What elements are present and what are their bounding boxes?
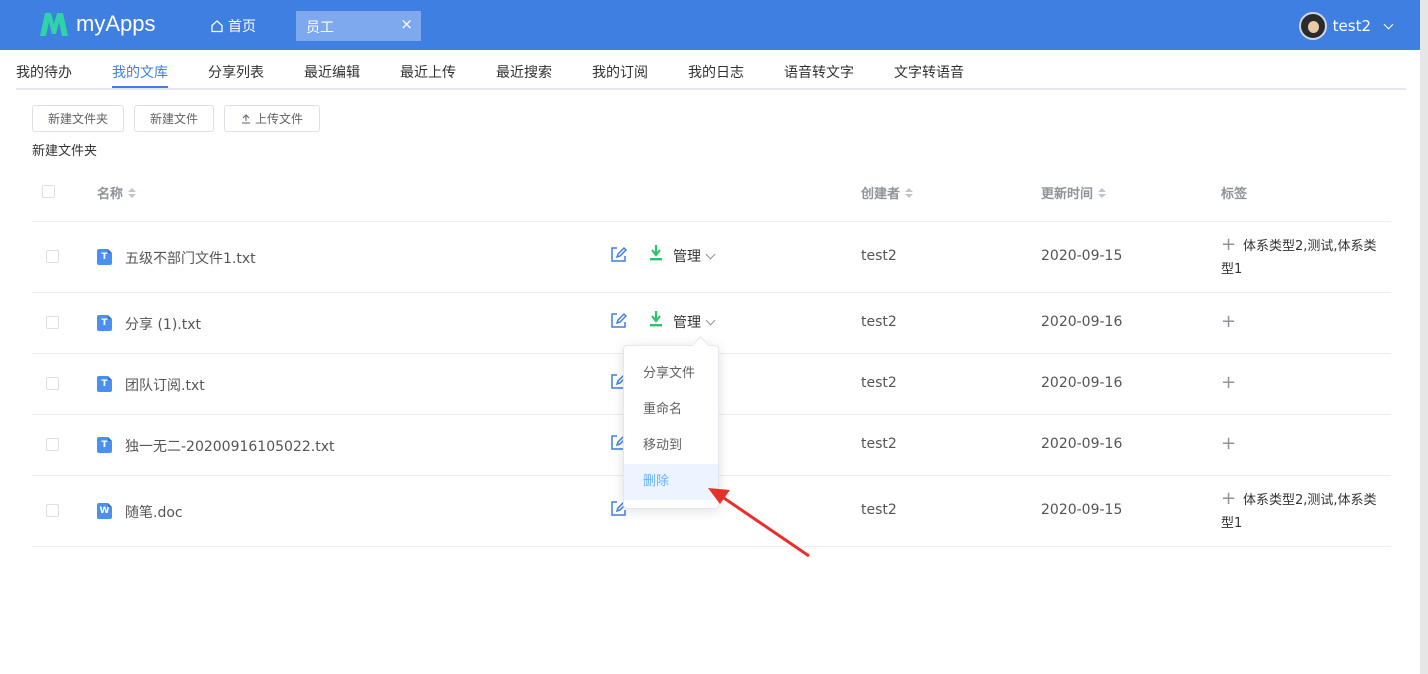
annotation-arrow-icon bbox=[708, 488, 810, 558]
chevron-down-icon bbox=[705, 249, 716, 259]
tags-cell: 体系类型2,测试,体系类型1 bbox=[1221, 239, 1377, 277]
column-header-creator[interactable]: 创建者 bbox=[861, 183, 914, 202]
nav-item-my-library[interactable]: 我的文库 bbox=[112, 62, 168, 82]
creator-cell: test2 bbox=[861, 375, 897, 391]
home-icon bbox=[211, 20, 223, 33]
row-checkbox[interactable] bbox=[46, 504, 59, 517]
creator-cell: test2 bbox=[861, 248, 897, 264]
menu-item-rename[interactable]: 重命名 bbox=[624, 392, 718, 428]
new-folder-button[interactable]: 新建文件夹 bbox=[32, 105, 124, 132]
column-tags-label: 标签 bbox=[1221, 187, 1248, 202]
app-name: myApps bbox=[76, 11, 156, 36]
column-updated-label: 更新时间 bbox=[1041, 187, 1094, 202]
column-name-label: 名称 bbox=[97, 187, 124, 202]
tab-close-icon[interactable]: × bbox=[400, 15, 413, 33]
nav-item-my-subscriptions[interactable]: 我的订阅 bbox=[592, 62, 648, 82]
upload-file-button[interactable]: 上传文件 bbox=[224, 105, 320, 132]
add-tag-icon[interactable]: + bbox=[1221, 435, 1236, 453]
nav-item-recent-edit[interactable]: 最近编辑 bbox=[304, 62, 360, 82]
nav-item-text-to-speech[interactable]: 文字转语音 bbox=[894, 62, 964, 82]
nav-item-recent-upload[interactable]: 最近上传 bbox=[400, 62, 456, 82]
top-bar: myApps 首页 员工 × test2 bbox=[0, 0, 1420, 50]
tab-employee[interactable]: 员工 × bbox=[296, 11, 421, 41]
nav-item-speech-to-text[interactable]: 语音转文字 bbox=[784, 62, 854, 82]
creator-cell: test2 bbox=[861, 436, 897, 452]
active-tab-indicator bbox=[112, 86, 168, 88]
avatar bbox=[1298, 12, 1327, 40]
logo-icon bbox=[40, 13, 68, 36]
updated-cell: 2020-09-15 bbox=[1041, 502, 1123, 518]
add-tag-icon[interactable]: + bbox=[1221, 313, 1236, 331]
nav-item-recent-search[interactable]: 最近搜索 bbox=[496, 62, 552, 82]
updated-cell: 2020-09-16 bbox=[1041, 375, 1123, 391]
column-creator-label: 创建者 bbox=[861, 187, 901, 202]
updated-cell: 2020-09-16 bbox=[1041, 436, 1123, 452]
creator-cell: test2 bbox=[861, 314, 897, 330]
select-all-checkbox[interactable] bbox=[42, 185, 55, 198]
row-checkbox[interactable] bbox=[46, 377, 59, 390]
chevron-down-icon bbox=[705, 315, 716, 325]
file-name[interactable]: 独一无二-20200916105022.txt bbox=[125, 436, 334, 456]
file-name[interactable]: 随笔.doc bbox=[125, 502, 183, 522]
download-icon[interactable] bbox=[649, 245, 663, 261]
tags-cell: 体系类型2,测试,体系类型1 bbox=[1221, 493, 1377, 531]
txt-file-icon: T bbox=[97, 249, 112, 265]
sort-icon[interactable] bbox=[128, 187, 137, 198]
file-name[interactable]: 团队订阅.txt bbox=[125, 375, 205, 395]
new-file-label: 新建文件 bbox=[149, 112, 198, 126]
upload-label: 上传文件 bbox=[254, 112, 303, 126]
row-checkbox[interactable] bbox=[46, 316, 59, 329]
row-checkbox[interactable] bbox=[46, 250, 59, 263]
edit-icon[interactable] bbox=[610, 312, 627, 329]
scrollbar[interactable] bbox=[1420, 0, 1428, 674]
file-name[interactable]: 分享 (1).txt bbox=[125, 314, 201, 334]
sort-icon[interactable] bbox=[1098, 187, 1107, 198]
home-link[interactable]: 首页 bbox=[210, 16, 256, 36]
new-folder-label: 新建文件夹 bbox=[47, 112, 108, 126]
updated-cell: 2020-09-15 bbox=[1041, 248, 1123, 264]
username: test2 bbox=[1332, 17, 1371, 35]
new-file-button[interactable]: 新建文件 bbox=[134, 105, 214, 132]
column-header-tags: 标签 bbox=[1221, 183, 1247, 202]
row-divider bbox=[32, 221, 1391, 222]
doc-file-icon: W bbox=[97, 503, 112, 519]
section-nav: 我的待办 我的文库 分享列表 最近编辑 最近上传 最近搜索 我的订阅 我的日志 … bbox=[16, 50, 1406, 90]
chevron-down-icon bbox=[1383, 19, 1394, 29]
download-icon[interactable] bbox=[649, 311, 663, 327]
nav-item-todo[interactable]: 我的待办 bbox=[16, 62, 72, 82]
tab-label: 员工 bbox=[306, 20, 334, 36]
file-name[interactable]: 五级不部门文件1.txt bbox=[125, 248, 256, 268]
row-checkbox[interactable] bbox=[46, 438, 59, 451]
edit-icon[interactable] bbox=[610, 246, 627, 263]
manage-dropdown[interactable]: 管理 bbox=[673, 312, 716, 332]
breadcrumb[interactable]: 新建文件夹 bbox=[32, 140, 97, 159]
add-tag-icon[interactable]: + bbox=[1221, 374, 1236, 392]
manage-label: 管理 bbox=[673, 315, 701, 331]
manage-dropdown[interactable]: 管理 bbox=[673, 246, 716, 266]
txt-file-icon: T bbox=[97, 315, 112, 331]
manage-label: 管理 bbox=[673, 249, 701, 265]
row-divider bbox=[32, 292, 1391, 293]
sort-icon[interactable] bbox=[905, 187, 914, 198]
menu-item-share-file[interactable]: 分享文件 bbox=[624, 356, 718, 392]
updated-cell: 2020-09-16 bbox=[1041, 314, 1123, 330]
column-header-updated[interactable]: 更新时间 bbox=[1041, 183, 1107, 202]
app-logo[interactable]: myApps bbox=[38, 10, 155, 38]
txt-file-icon: T bbox=[97, 376, 112, 392]
home-label: 首页 bbox=[228, 19, 256, 35]
column-header-name[interactable]: 名称 bbox=[97, 183, 137, 202]
nav-item-share-list[interactable]: 分享列表 bbox=[208, 62, 264, 82]
menu-item-move-to[interactable]: 移动到 bbox=[624, 428, 718, 464]
nav-item-my-log[interactable]: 我的日志 bbox=[688, 62, 744, 82]
txt-file-icon: T bbox=[97, 437, 112, 453]
user-menu[interactable]: test2 bbox=[1298, 12, 1394, 40]
creator-cell: test2 bbox=[861, 502, 897, 518]
upload-icon bbox=[241, 113, 250, 123]
